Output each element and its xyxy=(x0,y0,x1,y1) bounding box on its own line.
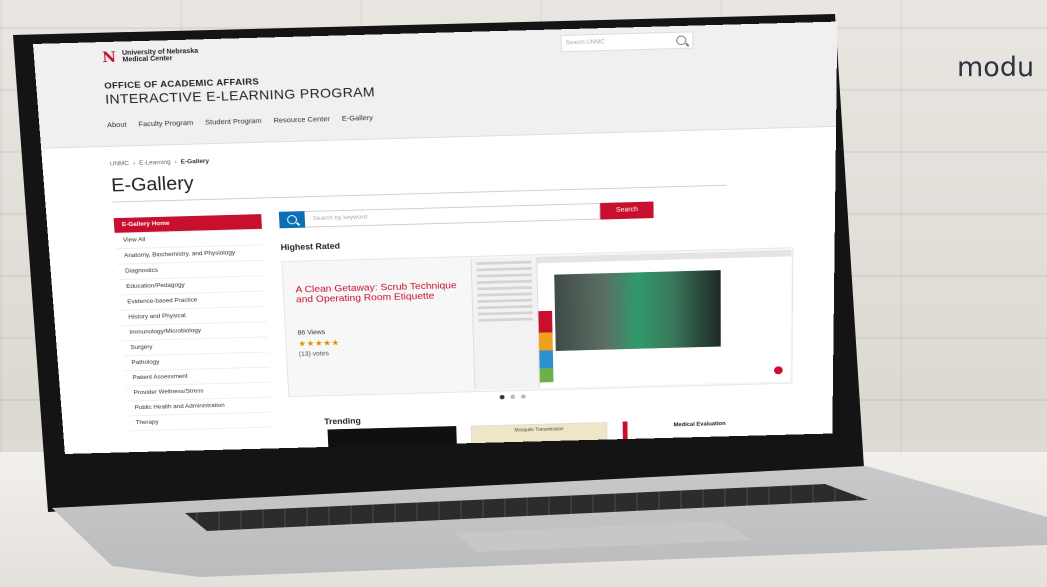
search-icon xyxy=(286,214,298,225)
unmc-badge-icon xyxy=(773,366,783,375)
nav-student-program[interactable]: Student Program xyxy=(205,116,262,126)
featured-views: 86 Views xyxy=(297,329,326,337)
search-icon[interactable] xyxy=(676,35,687,46)
trending-heading: Trending xyxy=(324,416,361,427)
scrub-video-frame xyxy=(554,270,721,351)
corner-text: modu xyxy=(957,52,1035,83)
carousel-dot-2[interactable] xyxy=(510,394,516,400)
featured-module-title[interactable]: A Clean Getaway: Scrub Technique and Ope… xyxy=(295,280,467,305)
nav-e-gallery[interactable]: E-Gallery xyxy=(342,113,373,122)
site-header: N University of Nebraska Medical Center … xyxy=(33,21,838,149)
title-divider xyxy=(112,184,727,203)
breadcrumb-unmc[interactable]: UNMC xyxy=(110,160,130,167)
unmc-n-icon: N xyxy=(101,48,117,66)
search-icon-button[interactable] xyxy=(278,211,306,229)
carousel-dots xyxy=(499,394,526,400)
keyword-search: Search by keyword Search xyxy=(278,201,654,229)
featured-module-card[interactable]: A Clean Getaway: Scrub Technique and Ope… xyxy=(281,247,794,398)
main-nav: About Faculty Program Student Program Re… xyxy=(107,113,373,129)
page-title: E-Gallery xyxy=(110,173,195,197)
unmc-logo[interactable]: N University of Nebraska Medical Center xyxy=(101,47,199,66)
keyword-search-input[interactable]: Search by keyword xyxy=(304,202,601,228)
carousel-dot-3[interactable] xyxy=(520,394,526,399)
module-preview-thumbnail[interactable] xyxy=(470,250,792,390)
highest-rated-heading: Highest Rated xyxy=(280,241,341,253)
breadcrumb-current: E-Gallery xyxy=(180,158,210,166)
logo-line-2: Medical Center xyxy=(122,55,173,64)
category-sidebar: E-Gallery Home View All Anatomy, Biochem… xyxy=(113,214,273,432)
breadcrumb: UNMC › E-Learning › E-Gallery xyxy=(109,158,210,168)
nav-about[interactable]: About xyxy=(107,120,127,129)
vote-count: (13) votes xyxy=(298,350,330,358)
search-button[interactable]: Search xyxy=(600,201,654,220)
site-search-placeholder: Search UNMC xyxy=(565,39,605,47)
preview-color-stripe xyxy=(538,310,554,383)
preview-sidebar xyxy=(471,256,541,390)
laptop-screen: N University of Nebraska Medical Center … xyxy=(33,21,838,454)
nav-faculty-program[interactable]: Faculty Program xyxy=(138,118,193,128)
trending-card-2-title: Mosquito Transmission xyxy=(514,426,564,434)
star-rating: ★★★★★ xyxy=(297,338,340,349)
breadcrumb-e-learning[interactable]: E-Learning xyxy=(139,159,171,166)
sidebar-item-therapy[interactable]: Therapy xyxy=(127,412,273,432)
site-search-input[interactable]: Search UNMC xyxy=(560,31,694,53)
preview-toolbar xyxy=(537,250,792,264)
carousel-dot-1[interactable] xyxy=(499,394,505,400)
nav-resource-center[interactable]: Resource Center xyxy=(273,115,330,125)
trending-card-3-title: Medical Evaluation xyxy=(673,421,726,429)
